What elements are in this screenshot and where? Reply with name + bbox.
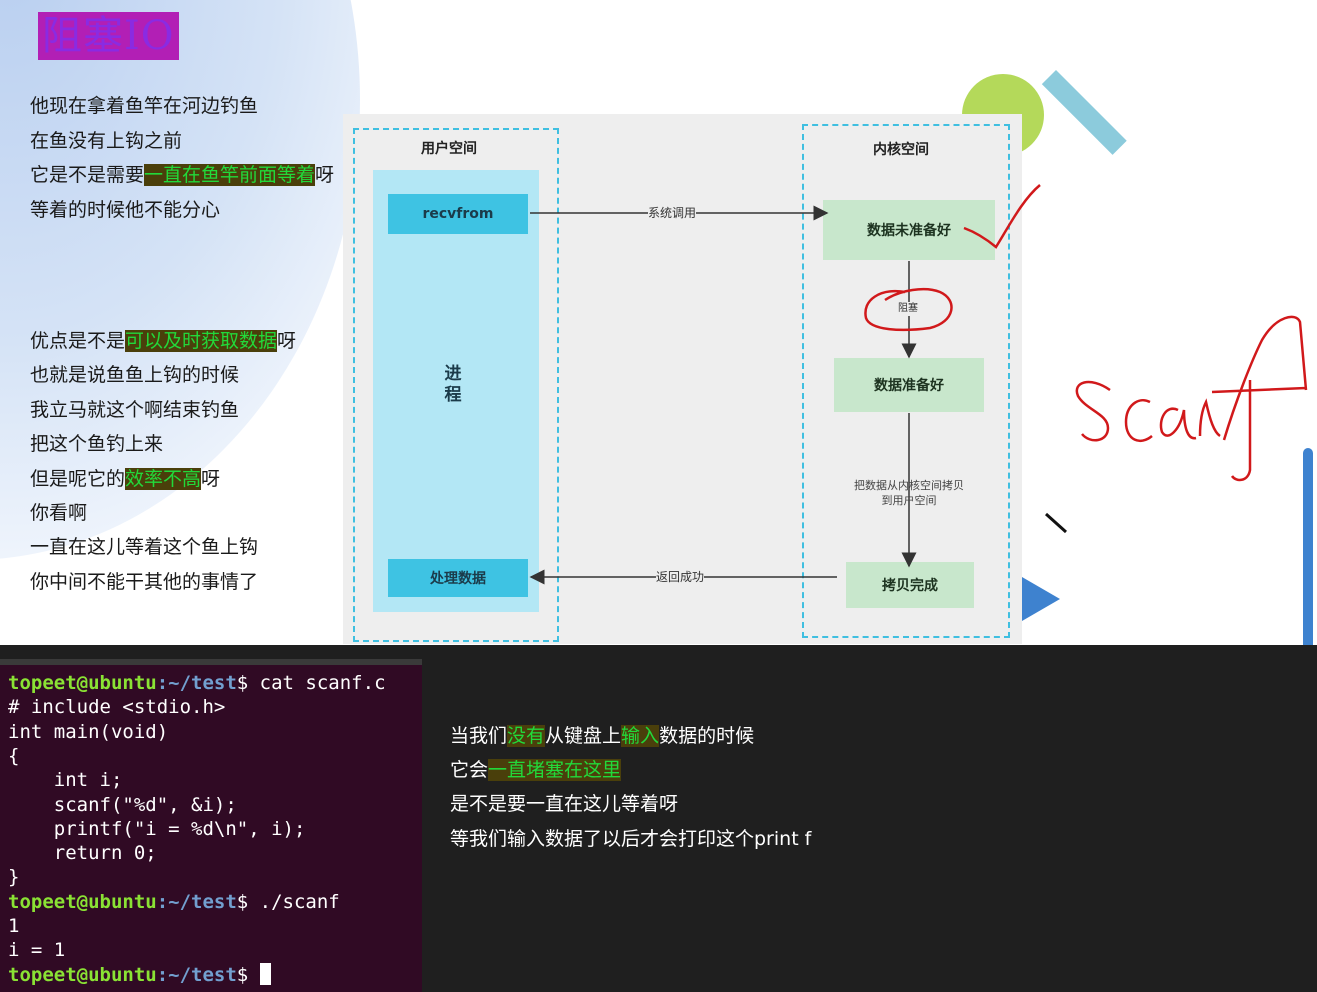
subtitle-text: 是不是要一直在这儿等着呀 <box>450 793 679 815</box>
subtitle-text: 它会 <box>450 759 489 781</box>
terminal-output-line: i = 1 <box>8 938 65 962</box>
subtitle-text: 数据的时候 <box>659 725 755 747</box>
terminal-cursor <box>259 962 271 985</box>
terminal-output-line: int i; <box>8 768 123 792</box>
pen-annotations <box>864 184 1308 534</box>
prompt-path: :~/test <box>156 672 237 694</box>
subtitle-text: 从键盘上 <box>545 725 622 747</box>
terminal-output: return 0; <box>8 842 157 865</box>
subtitle-line: 等我们输入数据了以后才会打印这个print f <box>450 826 811 852</box>
terminal-output-line: # include <stdio.h> <box>8 695 225 719</box>
handwriting-f <box>1211 315 1308 482</box>
subtitle-text: 当我们 <box>450 725 508 747</box>
terminal-command: $ <box>236 963 260 986</box>
prompt-user: topeet@ubuntu <box>8 672 157 694</box>
handwriting-c <box>1124 399 1153 442</box>
subtitle-line: 当我们没有从键盘上输入数据的时候 <box>450 723 754 749</box>
subtitle-line: 它会一直堵塞在这里 <box>450 757 622 783</box>
prompt-path: :~/test <box>156 963 237 986</box>
terminal-prompt-line: topeet@ubuntu:~/test$ ./scanf <box>8 890 340 914</box>
terminal-window[interactable]: topeet@ubuntu:~/test$ cat scanf.c # inclu… <box>0 665 422 992</box>
terminal-output: int i; <box>8 769 123 792</box>
pen-cursor-icon <box>1044 512 1068 534</box>
terminal-output-line: return 0; <box>8 841 157 865</box>
terminal-output-line: 1 <box>8 914 19 938</box>
terminal-output-line: } <box>8 865 19 889</box>
prompt-user: topeet@ubuntu <box>8 963 157 986</box>
terminal-output: # include <stdio.h> <box>8 696 226 719</box>
subtitle-highlight: 一直堵塞在这里 <box>488 759 622 781</box>
circle-annotation <box>864 288 953 332</box>
terminal-output-line: int main(void) <box>8 720 168 744</box>
subtitle-text: 等我们输入数据了以后才会打印这个print f <box>450 828 812 850</box>
terminal-output: i = 1 <box>8 939 66 962</box>
handwriting-a <box>1159 407 1197 440</box>
terminal-output: int main(void) <box>8 720 169 743</box>
terminal-output: 1 <box>8 915 20 937</box>
terminal-prompt-line: topeet@ubuntu:~/test$ <box>8 962 271 987</box>
terminal-output-line: scanf("%d", &i); <box>8 793 237 817</box>
bottom-panel: topeet@ubuntu:~/test$ cat scanf.c # inclu… <box>0 645 1317 992</box>
prompt-path: :~/test <box>156 890 237 913</box>
subtitle-highlight: 输入 <box>621 725 660 747</box>
handwriting-n <box>1198 398 1221 438</box>
terminal-output: scanf("%d", &i); <box>8 793 237 816</box>
subtitle-highlight: 没有 <box>507 725 546 747</box>
handwriting-s <box>1075 380 1111 442</box>
terminal-output: printf("i = %d\n", i); <box>8 817 306 840</box>
checkmark-annotation <box>963 184 1041 249</box>
terminal-output-line: printf("i = %d\n", i); <box>8 817 306 841</box>
prompt-user: topeet@ubuntu <box>8 890 157 913</box>
terminal-command: $ cat scanf.c <box>236 672 386 694</box>
terminal-command: $ ./scanf <box>236 890 340 913</box>
terminal-prompt-line: topeet@ubuntu:~/test$ cat scanf.c <box>8 671 386 695</box>
slide: 阻塞IO 他现在拿着鱼竿在河边钓鱼 在鱼没有上钩之前 它是不是需要一直在鱼竿前面等着… <box>0 0 1317 645</box>
terminal-output: { <box>8 744 20 767</box>
terminal-output-line: { <box>8 744 19 768</box>
subtitle-line: 是不是要一直在这儿等着呀 <box>450 791 678 817</box>
terminal-output: } <box>8 866 20 889</box>
